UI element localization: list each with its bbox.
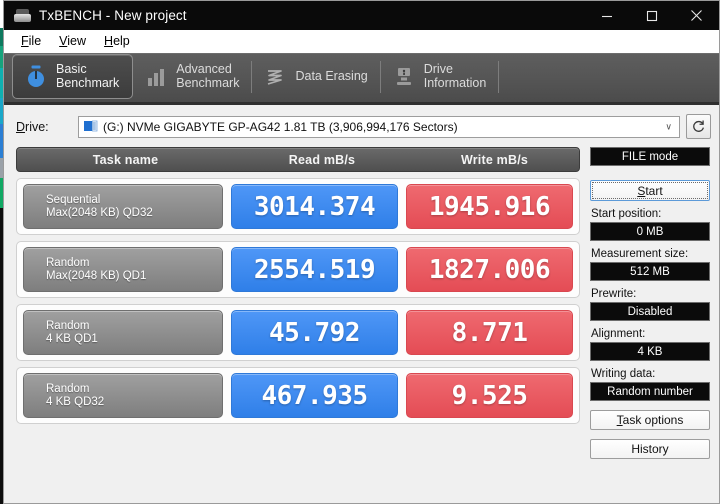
bar-chart-icon	[143, 64, 169, 90]
options-panel: FILE mode Start Start position: 0 MB Mea…	[590, 147, 710, 459]
table-row: Random Max(2048 KB) QD1 2554.519 1827.00…	[16, 241, 580, 298]
window-controls	[584, 1, 719, 30]
task-options-button[interactable]: Task options	[590, 410, 710, 430]
read-speed-value: 467.935	[231, 373, 398, 418]
maximize-icon	[646, 10, 657, 21]
chevron-down-icon[interactable]: ∨	[665, 122, 672, 131]
tab-basic-benchmark[interactable]: Basic Benchmark	[12, 54, 134, 99]
write-speed-value: 9.525	[406, 373, 573, 418]
tab-basic-benchmark-label: Basic Benchmark	[56, 62, 120, 90]
tab-data-erasing[interactable]: Data Erasing	[252, 54, 381, 99]
measurement-size-value[interactable]: 512 MB	[590, 262, 710, 281]
task-name-line1: Random	[46, 256, 90, 269]
table-row: Random 4 KB QD32 467.935 9.525	[16, 367, 580, 424]
stopwatch-icon	[23, 64, 49, 90]
task-name-line1: Random	[46, 382, 90, 395]
tab-data-erasing-label: Data Erasing	[295, 68, 368, 83]
task-name-line1: Sequential	[46, 193, 101, 206]
read-speed-value: 3014.374	[231, 184, 398, 229]
refresh-icon	[693, 120, 705, 132]
tab-separator	[498, 61, 500, 93]
menu-item-file[interactable]: File	[12, 32, 50, 50]
menu-bar: File View Help	[4, 30, 719, 53]
history-button[interactable]: History	[590, 439, 710, 459]
write-speed-value: 8.771	[406, 310, 573, 355]
task-name-cell[interactable]: Random Max(2048 KB) QD1	[23, 247, 223, 292]
tab-advanced-benchmark[interactable]: Advanced Benchmark	[133, 54, 253, 99]
maximize-button[interactable]	[629, 1, 674, 30]
task-name-line2: Max(2048 KB) QD1	[46, 269, 147, 282]
table-header-row: Task name Read mB/s Write mB/s	[16, 147, 580, 172]
menu-item-help[interactable]: Help	[95, 32, 139, 50]
task-name-cell[interactable]: Sequential Max(2048 KB) QD32	[23, 184, 223, 229]
app-scanner-icon	[14, 8, 31, 23]
close-icon	[691, 10, 702, 21]
task-name-cell[interactable]: Random 4 KB QD1	[23, 310, 223, 355]
file-mode-button[interactable]: FILE mode	[590, 147, 710, 166]
close-button[interactable]	[674, 1, 719, 30]
minimize-button[interactable]	[584, 1, 629, 30]
column-header-write: Write mB/s	[460, 152, 529, 167]
tab-drive-information-label: Drive Information	[423, 62, 487, 90]
tab-strip: Basic Benchmark Advanced Benchmark Data …	[4, 53, 719, 105]
task-name-line1: Random	[46, 319, 90, 332]
menu-help-rest: elp	[113, 34, 130, 48]
window-title: TxBENCH - New project	[39, 8, 187, 23]
writing-data-value[interactable]: Random number	[590, 382, 710, 401]
table-row: Random 4 KB QD1 45.792 8.771	[16, 304, 580, 361]
drive-select[interactable]: (G:) NVMe GIGABYTE GP-AG42 1.81 TB (3,90…	[78, 115, 680, 138]
task-name-line2: Max(2048 KB) QD32	[46, 206, 153, 219]
prewrite-label: Prewrite:	[591, 288, 637, 300]
start-position-value[interactable]: 0 MB	[590, 222, 710, 241]
start-button-label: Start	[637, 183, 663, 198]
minimize-icon	[601, 15, 612, 17]
body-split: Task name Read mB/s Write mB/s Sequentia…	[4, 147, 719, 459]
task-options-label: Task options	[616, 413, 684, 427]
disk-drive-icon	[84, 120, 98, 133]
column-header-task-name: Task name	[92, 152, 159, 167]
title-bar: TxBENCH - New project	[4, 1, 719, 30]
read-speed-value: 2554.519	[231, 247, 398, 292]
write-speed-value: 1945.916	[406, 184, 573, 229]
benchmark-table: Task name Read mB/s Write mB/s Sequentia…	[16, 147, 580, 459]
content-area: Drive: (G:) NVMe GIGABYTE GP-AG42 1.81 T…	[4, 105, 719, 503]
menu-item-view[interactable]: View	[50, 32, 95, 50]
prewrite-value[interactable]: Disabled	[590, 302, 710, 321]
drive-row: Drive: (G:) NVMe GIGABYTE GP-AG42 1.81 T…	[4, 105, 719, 147]
drive-value: (G:) NVMe GIGABYTE GP-AG42 1.81 TB (3,90…	[103, 119, 458, 134]
start-button[interactable]: Start	[590, 180, 710, 201]
tab-advanced-benchmark-label: Advanced Benchmark	[176, 62, 240, 90]
task-name-line2: 4 KB QD1	[46, 332, 98, 345]
read-speed-value: 45.792	[231, 310, 398, 355]
menu-view-rest: iew	[67, 34, 87, 48]
start-position-label: Start position:	[591, 208, 662, 220]
task-name-line2: 4 KB QD32	[46, 395, 105, 408]
menu-file-rest: ile	[28, 34, 42, 48]
desktop: TxBENCH - New project File View Help Bas…	[0, 0, 720, 504]
tab-drive-information[interactable]: Drive Information	[381, 54, 500, 99]
measurement-size-label: Measurement size:	[591, 248, 689, 260]
alignment-label: Alignment:	[591, 328, 646, 340]
task-name-cell[interactable]: Random 4 KB QD32	[23, 373, 223, 418]
write-speed-value: 1827.006	[406, 247, 573, 292]
erase-zigzag-icon	[262, 64, 288, 90]
refresh-drives-button[interactable]	[686, 114, 711, 139]
table-row: Sequential Max(2048 KB) QD32 3014.374 19…	[16, 178, 580, 235]
writing-data-label: Writing data:	[591, 368, 656, 380]
column-header-read: Read mB/s	[288, 152, 356, 167]
drive-label: Drive:	[16, 119, 49, 134]
txbench-window: TxBENCH - New project File View Help Bas…	[3, 0, 720, 504]
drive-info-icon	[391, 64, 417, 90]
alignment-value[interactable]: 4 KB	[590, 342, 710, 361]
